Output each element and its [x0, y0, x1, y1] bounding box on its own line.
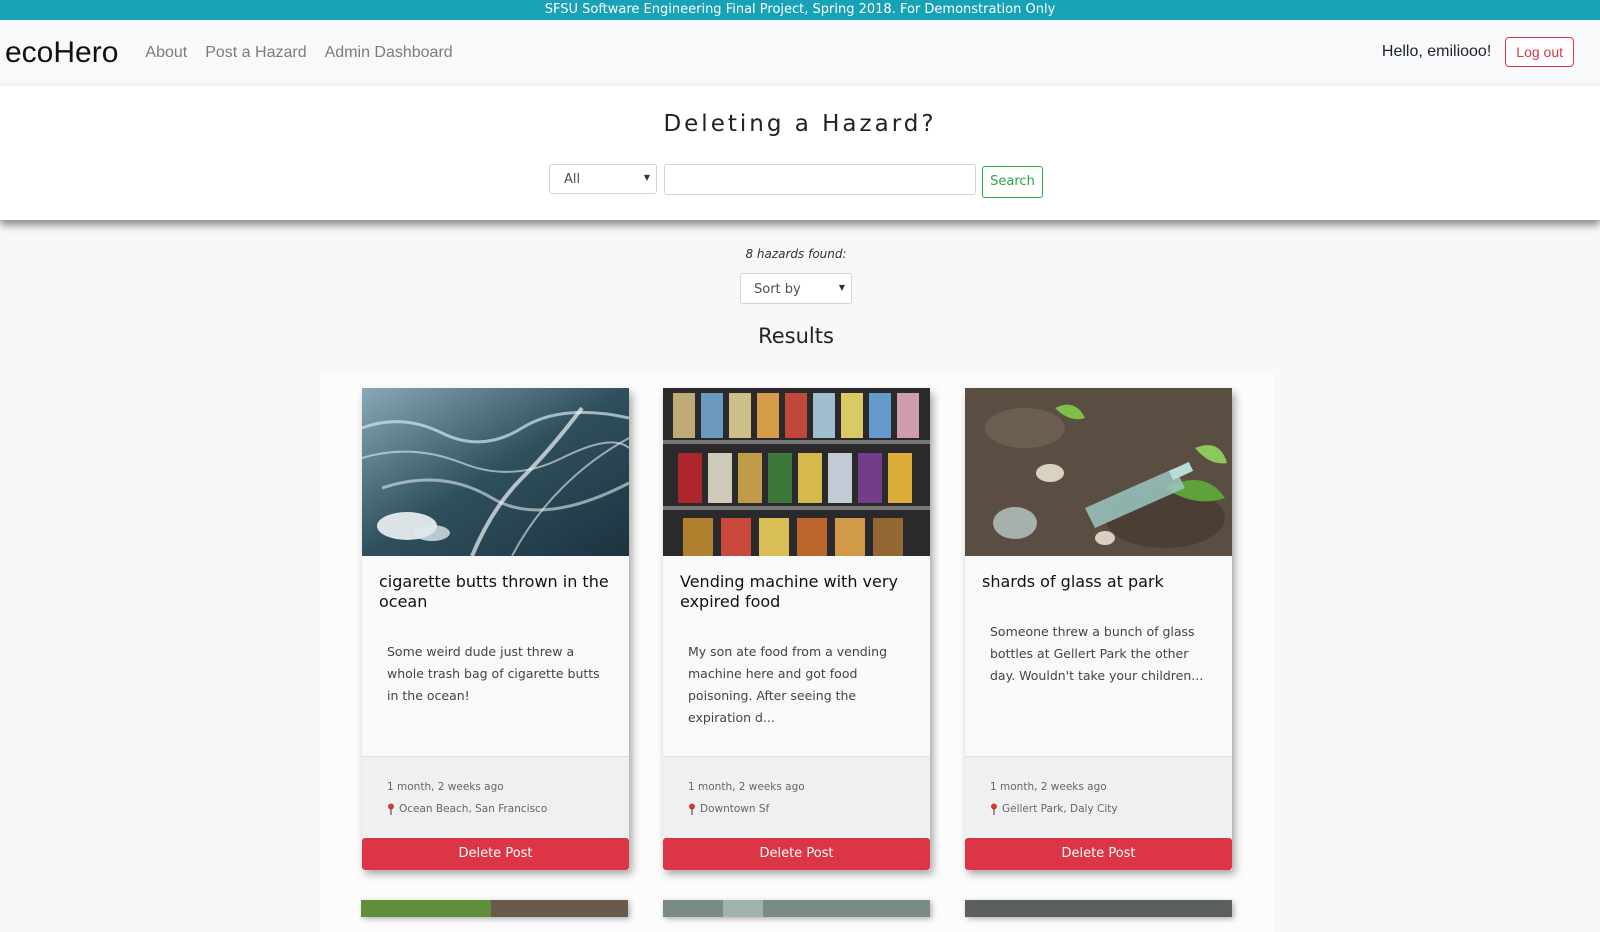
sort-select[interactable]: Sort by ▼	[740, 273, 852, 304]
category-select-value: All	[564, 172, 581, 187]
results-grid: cigarette butts thrown in the ocean Some…	[320, 372, 1274, 932]
hazard-card: shards of glass at park Someone threw a …	[965, 388, 1232, 870]
logout-button[interactable]: Log out	[1505, 37, 1574, 67]
hazard-card: Vending machine with very expired food M…	[663, 388, 930, 870]
nav-link-about[interactable]: About	[145, 44, 187, 62]
delete-post-button[interactable]: Delete Post	[663, 838, 930, 870]
card-footer: 1 month, 2 weeks ago Ocean Beach, San Fr…	[362, 756, 629, 870]
card-footer: 1 month, 2 weeks ago Gellert Park, Daly …	[965, 756, 1232, 870]
post-timestamp: 1 month, 2 weeks ago	[688, 781, 805, 793]
card-description: My son ate food from a vending machine h…	[688, 644, 888, 725]
location-label: Gellert Park, Daly City	[1002, 803, 1118, 815]
user-area: Hello, emiliooo! Log out	[1382, 37, 1574, 67]
map-pin-icon	[991, 803, 997, 815]
search-input[interactable]	[664, 164, 976, 195]
broken-glass-image[interactable]	[965, 388, 1232, 556]
hazard-card-partial[interactable]	[965, 900, 1232, 917]
card-title[interactable]: Vending machine with very expired food	[680, 572, 920, 612]
post-location: Gellert Park, Daly City	[990, 803, 1118, 815]
hazard-card-partial[interactable]	[663, 900, 930, 917]
location-label: Ocean Beach, San Francisco	[399, 803, 548, 815]
sort-select-value: Sort by	[754, 282, 801, 297]
category-select[interactable]: All ▼	[549, 164, 657, 194]
search-panel: Deleting a Hazard? All ▼ Search	[0, 86, 1600, 220]
card-description: Someone threw a bunch of glass bottles a…	[990, 624, 1204, 683]
nav-link-post-hazard[interactable]: Post a Hazard	[205, 44, 306, 62]
hazard-card-partial[interactable]	[361, 900, 628, 917]
page-title: Deleting a Hazard?	[663, 111, 937, 137]
post-location: Ocean Beach, San Francisco	[387, 803, 547, 815]
location-label: Downtown Sf	[700, 803, 770, 815]
navbar: ecoHero About Post a Hazard Admin Dashbo…	[0, 20, 1600, 86]
demo-banner: SFSU Software Engineering Final Project,…	[0, 0, 1600, 20]
card-title[interactable]: cigarette butts thrown in the ocean	[379, 572, 619, 612]
search-button[interactable]: Search	[982, 166, 1043, 198]
nav-link-admin-dashboard[interactable]: Admin Dashboard	[325, 44, 453, 62]
brand-logo[interactable]: ecoHero	[5, 36, 118, 70]
user-greeting: Hello, emiliooo!	[1381, 43, 1492, 60]
delete-post-button[interactable]: Delete Post	[362, 838, 629, 870]
caret-down-icon: ▼	[838, 283, 845, 292]
map-pin-icon	[388, 803, 394, 815]
hazard-card: cigarette butts thrown in the ocean Some…	[362, 388, 629, 870]
search-form: All ▼ Search	[549, 164, 1043, 198]
vending-machine-image[interactable]	[663, 388, 930, 556]
map-pin-icon	[689, 803, 695, 815]
results-heading: Results	[758, 324, 834, 348]
post-location: Downtown Sf	[688, 803, 769, 815]
card-title[interactable]: shards of glass at park	[982, 572, 1222, 592]
post-timestamp: 1 month, 2 weeks ago	[990, 781, 1107, 793]
results-count: 8 hazards found:	[745, 247, 847, 261]
post-timestamp: 1 month, 2 weeks ago	[387, 781, 504, 793]
ocean-waves-image[interactable]	[362, 388, 629, 556]
caret-down-icon: ▼	[643, 173, 650, 182]
delete-post-button[interactable]: Delete Post	[965, 838, 1232, 870]
card-footer: 1 month, 2 weeks ago Downtown Sf Delete …	[663, 756, 930, 870]
card-description: Some weird dude just threw a whole trash…	[387, 644, 600, 703]
